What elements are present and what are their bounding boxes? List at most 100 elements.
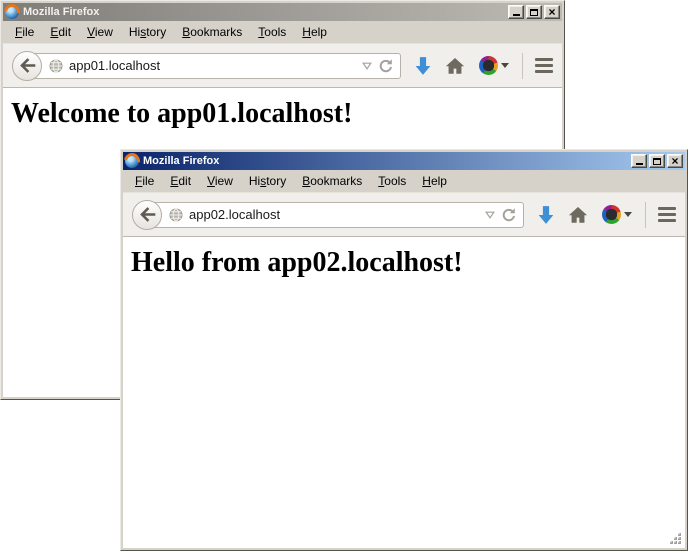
menu-label-post: ookmarks	[190, 25, 242, 39]
firefox-logo-icon	[5, 5, 19, 19]
menu-item-bookmarks[interactable]: Bookmarks	[174, 23, 250, 41]
close-icon: ×	[671, 156, 678, 166]
nav-toolbar: app01.localhost	[3, 43, 562, 88]
hamburger-icon	[535, 70, 553, 73]
menu-item-file[interactable]: File	[7, 23, 42, 41]
window-controls: ×	[508, 5, 560, 19]
menu-label-post: elp	[431, 174, 447, 188]
maximize-icon	[653, 158, 661, 165]
minimize-icon	[513, 14, 520, 16]
toolbar-separator	[522, 53, 523, 79]
menubar: File Edit View History Bookmarks Tools H…	[123, 170, 685, 192]
maximize-button[interactable]	[649, 154, 665, 168]
url-text[interactable]: app01.localhost	[69, 58, 356, 73]
hamburger-icon	[658, 219, 676, 222]
close-button[interactable]: ×	[544, 5, 560, 19]
menu-item-help[interactable]: Help	[414, 172, 455, 190]
reload-icon[interactable]	[378, 58, 394, 74]
menu-item-edit[interactable]: Edit	[162, 172, 199, 190]
close-icon: ×	[548, 7, 555, 17]
window-title: Mozilla Firefox	[23, 6, 504, 18]
menu-label-post: iew	[215, 174, 233, 188]
menu-button[interactable]	[658, 205, 676, 224]
back-arrow-icon	[139, 206, 156, 223]
maximize-button[interactable]	[526, 5, 542, 19]
titlebar[interactable]: Mozilla Firefox ×	[123, 152, 685, 170]
hamburger-icon	[535, 64, 553, 67]
chevron-down-icon	[624, 212, 632, 217]
menu-item-bookmarks[interactable]: Bookmarks	[294, 172, 370, 190]
menu-accesskey: H	[422, 174, 431, 188]
titlebar[interactable]: Mozilla Firefox ×	[3, 3, 562, 21]
menu-item-file[interactable]: File	[127, 172, 162, 190]
menu-label-post: ile	[22, 25, 34, 39]
home-icon	[568, 206, 588, 224]
chevron-down-icon	[501, 63, 509, 68]
globe-icon	[49, 59, 63, 73]
hamburger-icon	[658, 213, 676, 216]
menu-label-post: tory	[146, 25, 166, 39]
url-text[interactable]: app02.localhost	[189, 207, 479, 222]
menu-button[interactable]	[535, 56, 553, 75]
firefox-window-app02: Mozilla Firefox × File Edit View History…	[120, 149, 688, 551]
home-icon	[445, 57, 465, 75]
minimize-button[interactable]	[508, 5, 524, 19]
menu-label-post: ools	[384, 174, 406, 188]
menu-label-post: ile	[142, 174, 154, 188]
desktop: { "windows": [ { "title": "Mozilla Firef…	[0, 0, 688, 551]
nav-toolbar: app02.localhost	[123, 192, 685, 237]
download-arrow-icon	[415, 56, 431, 76]
resize-grip[interactable]	[669, 532, 682, 545]
back-button[interactable]	[12, 51, 42, 81]
back-button[interactable]	[132, 200, 162, 230]
minimize-icon	[636, 163, 643, 165]
downloads-button[interactable]	[538, 205, 554, 225]
menu-label-pre: Hi	[129, 25, 140, 39]
window-controls: ×	[631, 154, 683, 168]
urlbar-dropdown-icon[interactable]	[362, 62, 372, 70]
menu-item-history[interactable]: History	[241, 172, 294, 190]
color-wheel-icon	[479, 56, 498, 75]
download-arrow-icon	[538, 205, 554, 225]
url-bar[interactable]: app01.localhost	[27, 53, 401, 79]
menu-accesskey: V	[207, 174, 215, 188]
close-button[interactable]: ×	[667, 154, 683, 168]
page-heading: Hello from app02.localhost!	[131, 247, 685, 279]
reload-icon[interactable]	[501, 207, 517, 223]
menu-accesskey: V	[87, 25, 95, 39]
menu-label-post: dit	[178, 174, 191, 188]
downloads-button[interactable]	[415, 56, 431, 76]
menu-label-post: ookmarks	[310, 174, 362, 188]
menu-accesskey: H	[302, 25, 311, 39]
menu-label-post: elp	[311, 25, 327, 39]
page-content: Hello from app02.localhost!	[123, 237, 685, 548]
hamburger-icon	[658, 207, 676, 210]
menu-label-post: tory	[266, 174, 286, 188]
home-button[interactable]	[445, 57, 465, 75]
menu-item-help[interactable]: Help	[294, 23, 335, 41]
addon-button[interactable]	[479, 56, 509, 75]
home-button[interactable]	[568, 206, 588, 224]
minimize-button[interactable]	[631, 154, 647, 168]
menu-item-history[interactable]: History	[121, 23, 174, 41]
addon-button[interactable]	[602, 205, 632, 224]
menu-item-view[interactable]: View	[79, 23, 121, 41]
window-title: Mozilla Firefox	[143, 155, 627, 167]
menu-label-pre: Hi	[249, 174, 260, 188]
url-bar[interactable]: app02.localhost	[147, 202, 524, 228]
globe-icon	[169, 208, 183, 222]
menu-item-tools[interactable]: Tools	[250, 23, 294, 41]
menu-item-edit[interactable]: Edit	[42, 23, 79, 41]
maximize-icon	[530, 9, 538, 16]
page-heading: Welcome to app01.localhost!	[11, 98, 562, 130]
menu-item-tools[interactable]: Tools	[370, 172, 414, 190]
hamburger-icon	[535, 58, 553, 61]
firefox-logo-icon	[125, 154, 139, 168]
menu-label-post: iew	[95, 25, 113, 39]
menu-item-view[interactable]: View	[199, 172, 241, 190]
toolbar-separator	[645, 202, 646, 228]
urlbar-dropdown-icon[interactable]	[485, 211, 495, 219]
menubar: File Edit View History Bookmarks Tools H…	[3, 21, 562, 43]
menu-label-post: dit	[58, 25, 71, 39]
back-arrow-icon	[19, 57, 36, 74]
